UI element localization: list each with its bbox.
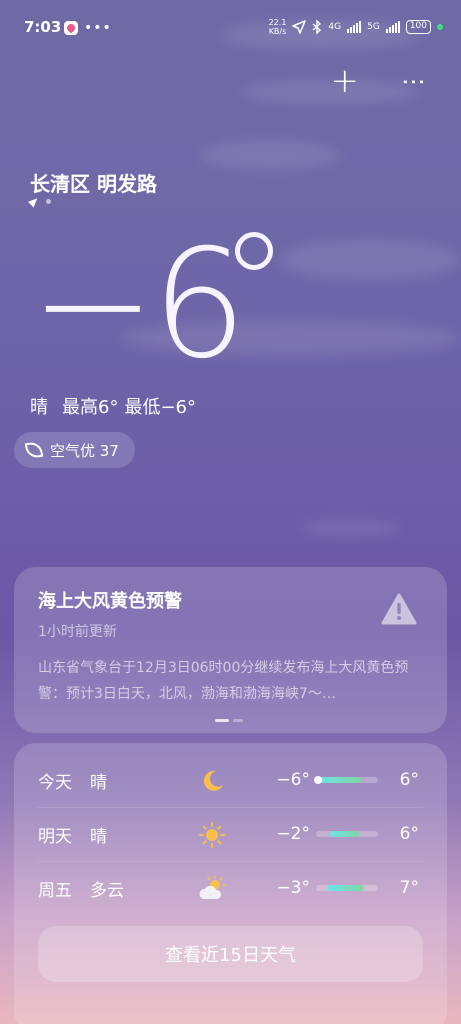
temperature-range-fill bbox=[327, 885, 365, 891]
forecast-high: 6° bbox=[399, 824, 419, 844]
condition-line: 晴 最高6° 最低−6° bbox=[30, 393, 196, 419]
forecast-card: 今天 晴 −6° 6° 明天 晴 −2° 6° 周五 多云 −3° 7° 查看近… bbox=[14, 743, 447, 1024]
warning-icon bbox=[381, 593, 417, 625]
location-page-indicator bbox=[27, 195, 51, 208]
forecast-low: −3° bbox=[276, 878, 310, 898]
temperature-range-fill bbox=[314, 776, 361, 784]
current-temperature: −6 bbox=[30, 218, 247, 392]
forecast-low: −6° bbox=[276, 770, 310, 790]
network-type-4g: 4G bbox=[328, 22, 342, 32]
status-indicators: 22.1 KB/s 4G 5G 100 bbox=[269, 18, 443, 36]
network-speed: 22.1 KB/s bbox=[268, 18, 287, 36]
bluetooth-icon bbox=[312, 20, 322, 34]
cloud-streak bbox=[280, 240, 460, 280]
temperature-range-bar bbox=[316, 831, 378, 837]
today-low: 最低−6° bbox=[124, 397, 196, 418]
alert-updated-time: 1小时前更新 bbox=[38, 624, 117, 640]
view-15-day-forecast-button[interactable]: 查看近15日天气 bbox=[38, 926, 423, 982]
forecast-high: 6° bbox=[399, 770, 419, 790]
signal-icon bbox=[347, 21, 362, 33]
air-quality-label: 空气优 37 bbox=[50, 441, 119, 460]
location-name[interactable]: 长清区 明发路 bbox=[30, 168, 157, 197]
forecast-row[interactable]: 明天 晴 −2° 6° bbox=[38, 807, 423, 861]
forecast-day: 今天 bbox=[38, 772, 72, 793]
location-arrow-icon bbox=[292, 20, 307, 34]
forecast-row[interactable]: 周五 多云 −3° 7° bbox=[38, 861, 423, 915]
more-notifications-icon: ••• bbox=[84, 20, 112, 36]
signal-icon bbox=[385, 21, 400, 33]
network-type-5g: 5G bbox=[367, 22, 380, 32]
top-actions: + ⋮ bbox=[331, 64, 432, 98]
alert-pager bbox=[215, 719, 243, 722]
air-quality-pill[interactable]: 空气优 37 bbox=[14, 432, 135, 468]
weather-alert-card[interactable]: 海上大风黄色预警 1小时前更新 山东省气象台于12月3日06时00分继续发布海上… bbox=[14, 567, 447, 733]
privacy-indicator-dot bbox=[437, 24, 443, 30]
forecast-condition: 晴 bbox=[90, 772, 107, 793]
current-location-icon bbox=[27, 195, 41, 208]
more-options-icon[interactable]: ⋮ bbox=[397, 70, 431, 92]
health-app-icon bbox=[64, 21, 78, 35]
add-city-icon[interactable]: + bbox=[331, 64, 360, 98]
cloud-sun-icon bbox=[199, 875, 226, 899]
current-temperature-dot bbox=[314, 776, 322, 784]
status-notifications: ••• bbox=[64, 20, 112, 36]
forecast-low: −2° bbox=[276, 824, 310, 844]
status-time: 7:03 bbox=[24, 18, 62, 36]
alert-title: 海上大风黄色预警 bbox=[38, 591, 182, 612]
forecast-condition: 多云 bbox=[90, 880, 124, 901]
forecast-day: 明天 bbox=[38, 826, 72, 847]
page-dot bbox=[46, 199, 51, 204]
temperature-range-bar bbox=[316, 885, 378, 891]
forecast-row[interactable]: 今天 晴 −6° 6° bbox=[38, 753, 423, 807]
temperature-range-fill bbox=[329, 831, 360, 837]
alert-body: 山东省气象台于12月3日06时00分继续发布海上大风黄色预警：预计3日白天，北风… bbox=[38, 660, 409, 702]
forecast-day: 周五 bbox=[38, 880, 72, 901]
forecast-high: 7° bbox=[399, 878, 419, 898]
today-high: 最高6° bbox=[62, 397, 119, 418]
temperature-range-bar bbox=[314, 776, 378, 784]
leaf-icon bbox=[24, 440, 44, 460]
battery-indicator: 100 bbox=[405, 20, 431, 34]
moon-icon bbox=[203, 770, 223, 791]
cloud-streak bbox=[200, 140, 340, 170]
sun-icon bbox=[199, 822, 225, 848]
cloud-streak bbox=[300, 520, 400, 536]
current-condition: 晴 bbox=[30, 397, 48, 418]
degree-symbol bbox=[235, 232, 273, 270]
forecast-condition: 晴 bbox=[90, 826, 107, 847]
status-bar: 7:03 ••• 22.1 KB/s 4G 5G 100 bbox=[0, 0, 461, 56]
